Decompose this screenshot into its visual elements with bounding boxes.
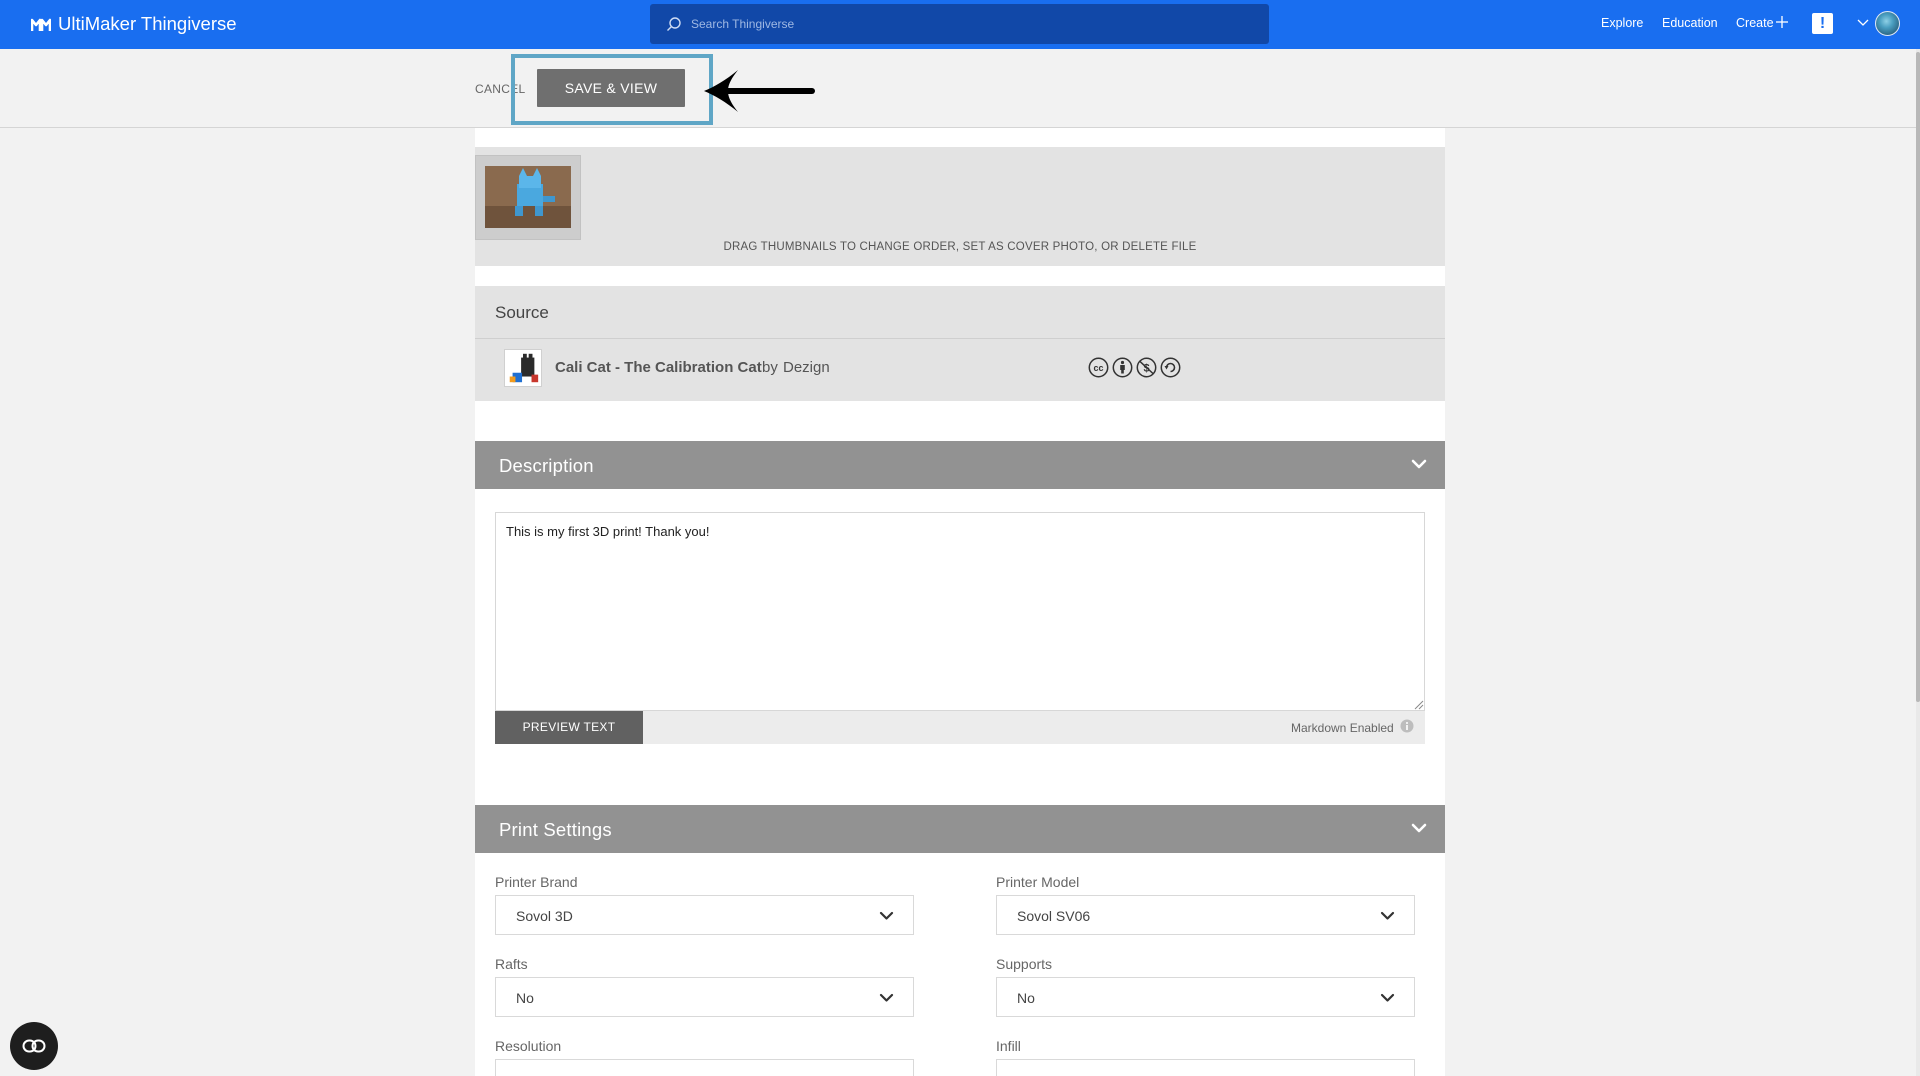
infill-select[interactable] xyxy=(996,1059,1415,1076)
resize-handle-icon[interactable] xyxy=(1414,700,1424,710)
source-by-label: by xyxy=(762,359,778,376)
info-icon[interactable] xyxy=(1400,719,1414,733)
supports-select[interactable]: No xyxy=(996,977,1415,1017)
edit-action-bar xyxy=(0,49,1920,128)
chevron-down-icon xyxy=(879,911,894,920)
license-icons: cc $ xyxy=(1088,357,1181,378)
printer-brand-value: Sovol 3D xyxy=(516,908,573,924)
divider xyxy=(475,338,1445,339)
chevron-down-icon xyxy=(1380,911,1395,920)
nav-create[interactable]: Create xyxy=(1736,16,1774,30)
source-thing-link[interactable]: Cali Cat - The Calibration Cat xyxy=(555,359,762,376)
description-textarea[interactable]: This is my first 3D print! Thank you! xyxy=(495,512,1425,711)
pointer-arrow-icon xyxy=(704,70,815,112)
chevron-down-icon[interactable] xyxy=(1411,459,1427,470)
sharealike-icon xyxy=(1160,357,1181,378)
infill-label: Infill xyxy=(996,1038,1021,1054)
description-title: Description xyxy=(499,455,594,476)
source-thing-thumbnail[interactable] xyxy=(504,349,542,387)
cc-icon: cc xyxy=(1088,357,1109,378)
source-author-link[interactable]: Dezign xyxy=(783,359,830,376)
source-title: Source xyxy=(495,303,549,322)
nav-explore[interactable]: Explore xyxy=(1601,16,1643,30)
cat-print-thumbnail[interactable] xyxy=(485,166,571,228)
plus-icon[interactable] xyxy=(1775,15,1789,29)
supports-label: Supports xyxy=(996,956,1053,972)
search-bar[interactable]: Search Thingiverse xyxy=(650,4,1269,44)
markdown-enabled-label: Markdown Enabled xyxy=(1291,721,1394,735)
printer-model-label: Printer Model xyxy=(996,874,1080,890)
chevron-down-icon[interactable] xyxy=(1857,19,1869,27)
source-panel xyxy=(475,286,1445,401)
noncommercial-icon: $ xyxy=(1136,357,1157,378)
description-section-header[interactable]: Description xyxy=(475,441,1445,489)
search-placeholder: Search Thingiverse xyxy=(691,17,795,31)
print-settings-section-header[interactable]: Print Settings xyxy=(475,805,1445,853)
notification-alert-icon[interactable]: ! xyxy=(1812,13,1833,34)
preview-text-button[interactable]: PREVIEW TEXT xyxy=(495,711,643,744)
printer-brand-label: Printer Brand xyxy=(495,874,578,890)
brand-name: UltiMaker Thingiverse xyxy=(58,13,237,34)
chevron-down-icon xyxy=(879,993,894,1002)
highlight-box xyxy=(511,54,713,125)
rafts-select[interactable]: No xyxy=(495,977,914,1017)
printer-model-value: Sovol SV06 xyxy=(1017,908,1091,924)
rafts-label: Rafts xyxy=(495,956,528,972)
nav-education[interactable]: Education xyxy=(1662,16,1718,30)
ultimaker-logo-icon xyxy=(31,18,51,31)
scrollbar-thumb[interactable] xyxy=(1916,52,1920,702)
search-icon xyxy=(667,17,681,31)
avatar[interactable] xyxy=(1875,11,1900,36)
chevron-down-icon xyxy=(1380,993,1395,1002)
link-icon xyxy=(22,1039,46,1053)
brand-logo[interactable]: UltiMaker Thingiverse xyxy=(31,13,237,35)
chevron-down-icon[interactable] xyxy=(1411,823,1427,834)
printer-model-select[interactable]: Sovol SV06 xyxy=(996,895,1415,935)
resolution-select[interactable] xyxy=(495,1059,914,1076)
supports-value: No xyxy=(1017,990,1035,1006)
rafts-value: No xyxy=(516,990,534,1006)
printer-brand-select[interactable]: Sovol 3D xyxy=(495,895,914,935)
print-settings-title: Print Settings xyxy=(499,819,612,840)
attribution-icon xyxy=(1112,357,1133,378)
svg-text:cc: cc xyxy=(1093,363,1103,373)
thumbnails-hint: DRAG THUMBNAILS TO CHANGE ORDER, SET AS … xyxy=(723,241,1197,253)
resolution-label: Resolution xyxy=(495,1038,562,1054)
